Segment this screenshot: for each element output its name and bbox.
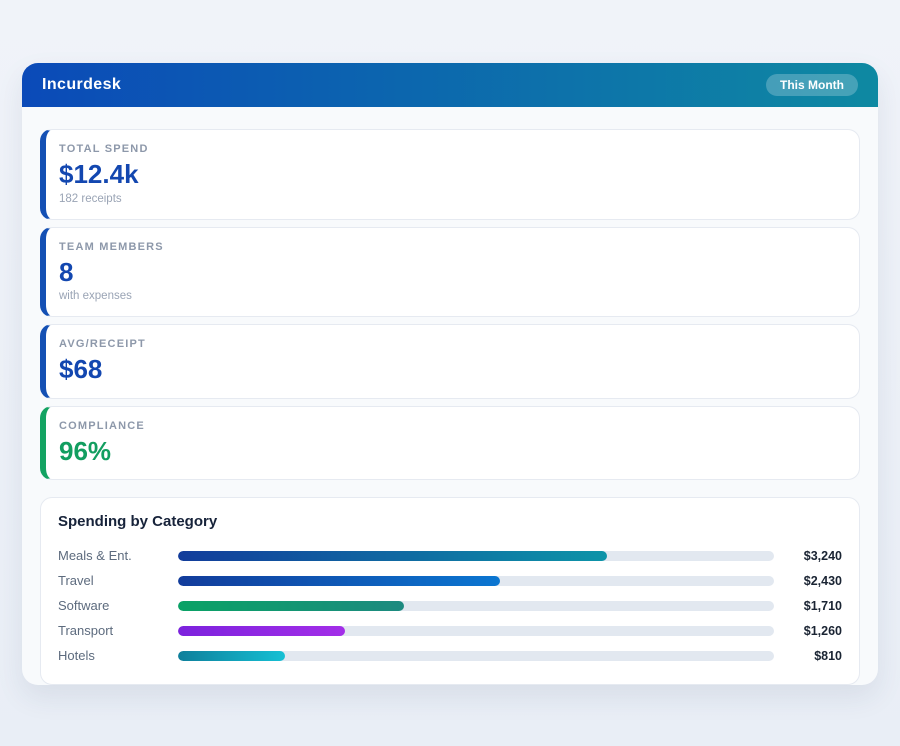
bar-fill <box>178 551 607 561</box>
stat-card-total-spend: TOTAL SPEND $12.4k 182 receipts <box>40 129 860 220</box>
dashboard-panel: Incurdesk This Month TOTAL SPEND $12.4k … <box>22 63 878 685</box>
bar-track <box>178 601 774 611</box>
bar-track <box>178 651 774 661</box>
bar-track <box>178 551 774 561</box>
dashboard-content: TOTAL SPEND $12.4k 182 receipts TEAM MEM… <box>22 107 878 705</box>
bar-value: $3,240 <box>774 549 842 563</box>
bar-track <box>178 576 774 586</box>
bar-category-label: Travel <box>58 573 178 588</box>
spending-by-category-card: Spending by Category Meals & Ent. $3,240… <box>40 497 860 685</box>
stat-card-compliance: COMPLIANCE 96% <box>40 406 860 481</box>
app-header: Incurdesk This Month <box>22 63 878 107</box>
period-badge[interactable]: This Month <box>766 74 858 96</box>
bar-value: $1,260 <box>774 624 842 638</box>
stat-value: 8 <box>59 258 841 287</box>
bar-fill <box>178 626 345 636</box>
stat-card-avg-receipt: AVG/RECEIPT $68 <box>40 324 860 399</box>
stat-label: AVG/RECEIPT <box>59 338 841 350</box>
bar-row-travel: Travel $2,430 <box>58 568 842 593</box>
bar-row-meals: Meals & Ent. $3,240 <box>58 543 842 568</box>
bar-fill <box>178 601 404 611</box>
bar-category-label: Meals & Ent. <box>58 548 178 563</box>
stat-card-team-members: TEAM MEMBERS 8 with expenses <box>40 227 860 318</box>
bar-fill <box>178 576 500 586</box>
stat-value: 96% <box>59 437 841 466</box>
bar-row-software: Software $1,710 <box>58 593 842 618</box>
bar-value: $810 <box>774 649 842 663</box>
bar-value: $2,430 <box>774 574 842 588</box>
bar-category-label: Transport <box>58 623 178 638</box>
bar-fill <box>178 651 285 661</box>
stat-sublabel: with expenses <box>59 290 841 302</box>
bar-category-label: Hotels <box>58 648 178 663</box>
stat-label: COMPLIANCE <box>59 420 841 432</box>
stat-label: TOTAL SPEND <box>59 143 841 155</box>
stat-value: $68 <box>59 355 841 384</box>
app-title: Incurdesk <box>42 76 121 94</box>
bar-category-label: Software <box>58 598 178 613</box>
stat-sublabel: 182 receipts <box>59 193 841 205</box>
bar-value: $1,710 <box>774 599 842 613</box>
stat-label: TEAM MEMBERS <box>59 241 841 253</box>
bar-row-hotels: Hotels $810 <box>58 643 842 668</box>
chart-title: Spending by Category <box>58 513 842 530</box>
bar-row-transport: Transport $1,260 <box>58 618 842 643</box>
bar-track <box>178 626 774 636</box>
stat-value: $12.4k <box>59 160 841 189</box>
